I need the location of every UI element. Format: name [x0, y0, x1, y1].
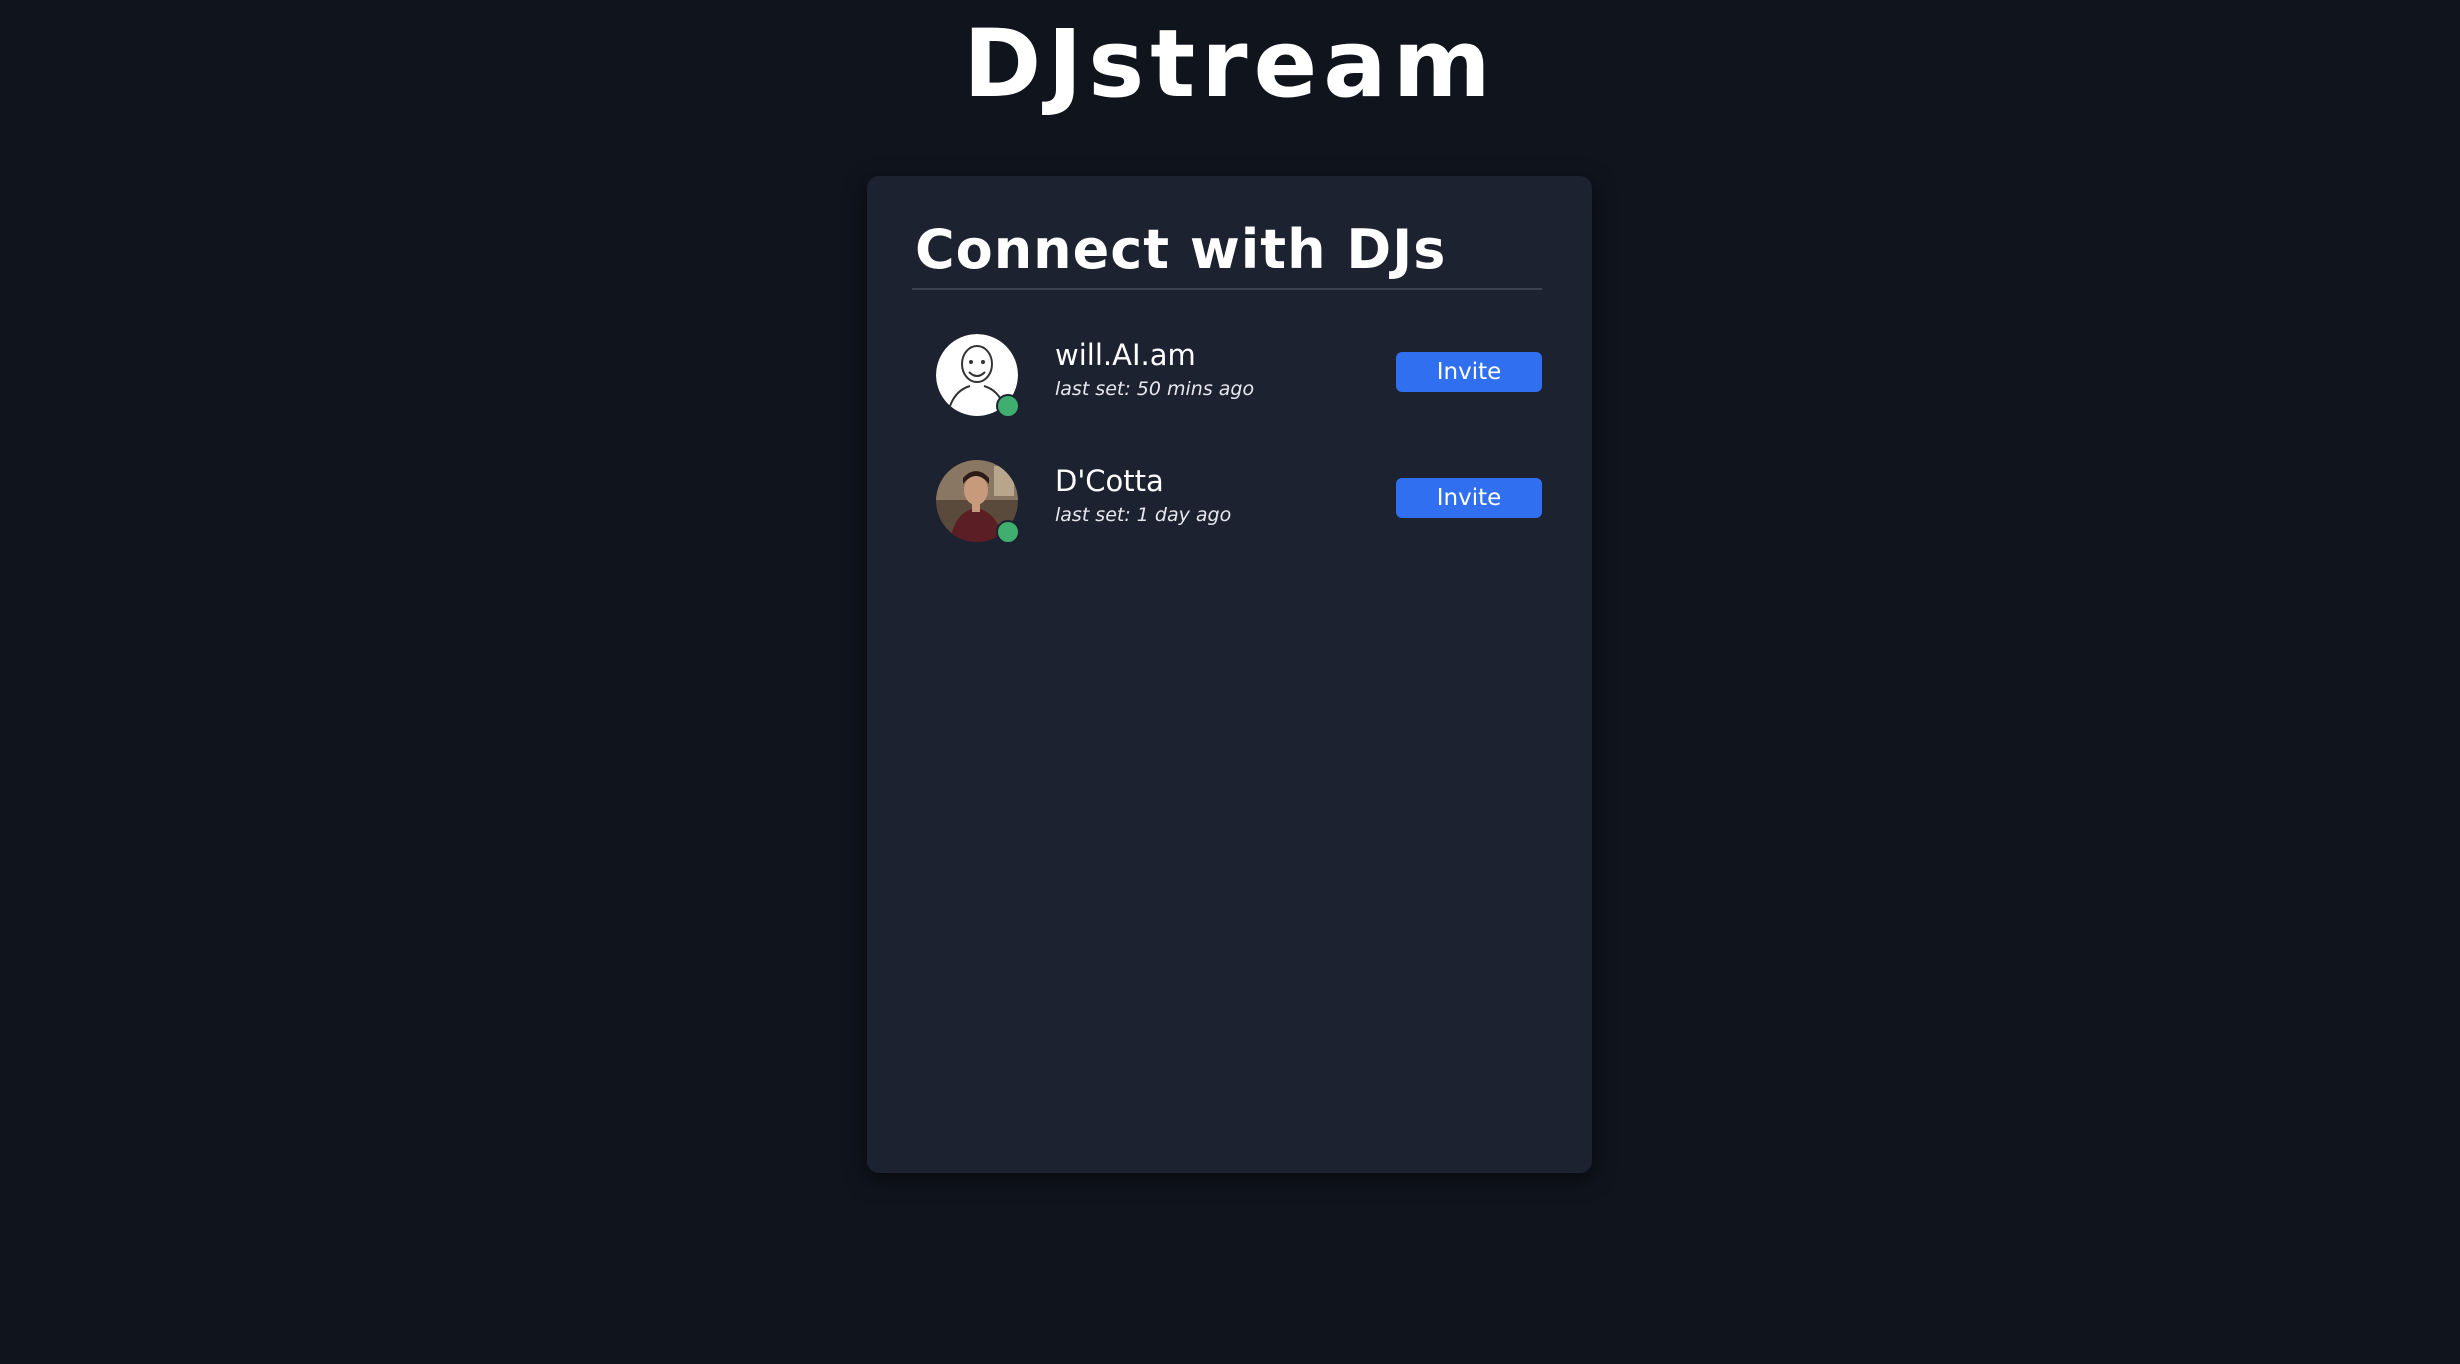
dj-list-item: D'Cotta last set: 1 day ago Invite: [867, 460, 1592, 550]
online-status-icon: [996, 520, 1020, 544]
dj-name: will.AI.am: [1055, 338, 1196, 372]
avatar[interactable]: [936, 460, 1020, 544]
dj-last-set: last set: 1 day ago: [1055, 504, 1232, 526]
panel-title: Connect with DJs: [915, 218, 1447, 281]
dj-last-set: last set: 50 mins ago: [1055, 378, 1255, 400]
online-status-icon: [996, 394, 1020, 418]
app-logo: DJstream: [963, 10, 1497, 119]
avatar[interactable]: [936, 334, 1020, 418]
title-divider: [912, 288, 1542, 290]
invite-button[interactable]: Invite: [1396, 478, 1542, 518]
dj-name: D'Cotta: [1055, 464, 1164, 498]
connect-panel: Connect with DJs will.AI.am last set: 50…: [867, 176, 1592, 1173]
dj-list-item: will.AI.am last set: 50 mins ago Invite: [867, 334, 1592, 424]
invite-button[interactable]: Invite: [1396, 352, 1542, 392]
